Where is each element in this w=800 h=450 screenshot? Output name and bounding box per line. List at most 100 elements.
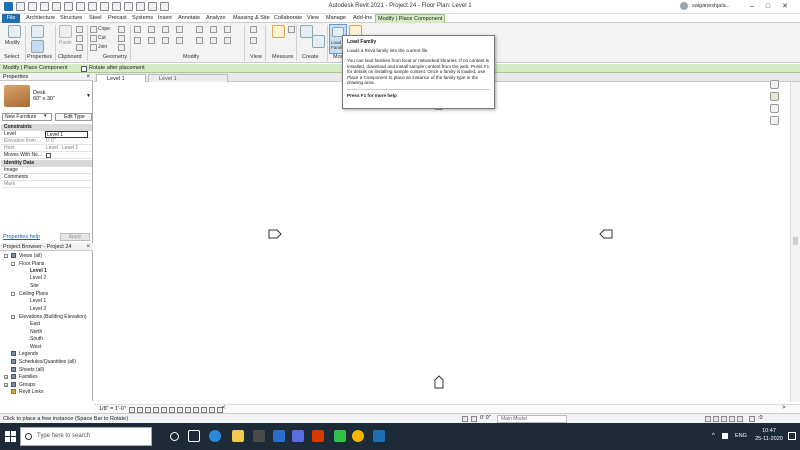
tab-architecture[interactable]: Architecture xyxy=(24,14,57,23)
paste-icon[interactable] xyxy=(59,25,72,38)
create-group-label[interactable]: Create xyxy=(302,54,319,60)
desk-thumbnail[interactable] xyxy=(4,85,30,107)
west-elevation-marker-icon[interactable] xyxy=(599,229,613,239)
expand-icon[interactable]: + xyxy=(4,375,8,380)
match-properties-icon[interactable] xyxy=(76,44,83,51)
tree-legends[interactable]: Legends xyxy=(19,351,38,357)
tab-precast[interactable]: Precast xyxy=(106,14,129,23)
tree-south[interactable]: South xyxy=(30,336,43,342)
moves-checkbox[interactable] xyxy=(46,153,51,158)
tree-floor-plans[interactable]: Floor Plans xyxy=(19,261,44,267)
tree-elevations[interactable]: Elevations (Building Elevation) xyxy=(19,314,87,320)
trim-icon[interactable] xyxy=(176,37,183,44)
type-size[interactable]: 60" x 30" xyxy=(33,96,55,102)
revit-taskbar-icon[interactable] xyxy=(373,430,385,442)
tab-insert[interactable]: Insert xyxy=(156,14,174,23)
offset-icon[interactable] xyxy=(148,26,155,33)
expand-icon[interactable]: + xyxy=(4,383,8,388)
array-icon[interactable] xyxy=(224,26,231,33)
apply-button[interactable]: Apply xyxy=(60,233,90,241)
tray-chevron-icon[interactable]: ^ xyxy=(712,433,715,439)
section-icon[interactable] xyxy=(136,2,145,11)
view-scale[interactable]: 1/8" = 1'-0" xyxy=(99,406,126,413)
dimension-icon[interactable] xyxy=(288,26,295,33)
modify-group-label[interactable]: Modify xyxy=(183,54,199,60)
save-icon[interactable] xyxy=(28,2,37,11)
tree-north[interactable]: North xyxy=(30,329,42,335)
switch-windows-icon[interactable] xyxy=(160,2,169,11)
design-options-icon[interactable] xyxy=(471,416,477,422)
collapse-icon[interactable]: - xyxy=(11,262,15,267)
mirror-axis-icon[interactable] xyxy=(162,26,169,33)
chevron-down-icon[interactable]: ▾ xyxy=(44,113,47,119)
cope-label[interactable]: Cope xyxy=(98,26,110,32)
filter-icon[interactable] xyxy=(749,416,755,422)
constraints-section[interactable]: Constraints xyxy=(1,124,92,131)
properties-help-link[interactable]: Properties help xyxy=(3,234,40,240)
tree-schedules[interactable]: Schedules/Quantities (all) xyxy=(19,359,76,365)
zoom-extents-icon[interactable] xyxy=(770,116,779,125)
collapse-icon[interactable]: - xyxy=(11,315,15,320)
vertical-scroll-thumb[interactable] xyxy=(793,237,798,245)
tree-floor-level-2[interactable]: Level 2 xyxy=(30,275,46,281)
modify-cursor-icon[interactable] xyxy=(8,25,21,38)
select-links-icon[interactable] xyxy=(705,416,711,422)
tree-ceiling-plans[interactable]: Ceiling Plans xyxy=(19,291,48,297)
text-icon[interactable] xyxy=(112,2,121,11)
create-group-icon[interactable] xyxy=(312,35,325,48)
visual-style-icon[interactable] xyxy=(137,406,143,413)
tree-west[interactable]: West xyxy=(30,344,41,350)
move-icon[interactable] xyxy=(134,37,141,44)
geometry-group-label[interactable]: Geometry xyxy=(103,54,127,60)
scroll-left-icon[interactable]: < xyxy=(222,405,226,411)
media-app-icon[interactable] xyxy=(334,430,346,442)
cut-label[interactable]: Cut xyxy=(98,35,106,41)
temporary-hide-icon[interactable] xyxy=(185,406,191,413)
rotate-after-placement-checkbox[interactable] xyxy=(81,65,87,72)
select-underlay-icon[interactable] xyxy=(713,416,719,422)
minimize-button[interactable]: – xyxy=(746,2,758,12)
user-avatar-icon[interactable] xyxy=(680,2,688,10)
sync-icon[interactable] xyxy=(40,2,49,11)
steering-wheel-icon[interactable] xyxy=(770,92,779,101)
tab-manage[interactable]: Manage xyxy=(324,14,348,23)
language-indicator[interactable]: ENG xyxy=(735,433,747,439)
close-icon[interactable]: × xyxy=(86,73,90,81)
tree-groups[interactable]: Groups xyxy=(19,382,35,388)
tab-annotate[interactable]: Annotate xyxy=(176,14,202,23)
measure-group-label[interactable]: Measure xyxy=(272,54,293,60)
zoom-icon[interactable] xyxy=(770,104,779,113)
tree-revit-links[interactable]: Revit Links xyxy=(19,389,43,395)
properties-group-label[interactable]: Properties xyxy=(27,54,52,60)
align-icon[interactable] xyxy=(134,26,141,33)
photos-icon[interactable] xyxy=(292,430,304,442)
chrome-icon[interactable] xyxy=(352,430,364,442)
notifications-icon[interactable] xyxy=(788,432,796,440)
cut-geometry-icon[interactable] xyxy=(90,35,97,42)
join-icon[interactable] xyxy=(90,44,97,51)
tree-east[interactable]: East xyxy=(30,321,40,327)
view-tab-level-1[interactable]: Level 1 xyxy=(96,74,146,82)
identity-section[interactable]: Identity Data xyxy=(1,160,92,167)
drawing-canvas[interactable] xyxy=(94,82,790,402)
taskbar-search[interactable]: Type here to search xyxy=(20,427,152,446)
clock-time[interactable]: 10:47 xyxy=(754,428,784,434)
override-graphics-icon[interactable] xyxy=(250,37,257,44)
office-icon[interactable] xyxy=(312,430,324,442)
east-elevation-marker-icon[interactable] xyxy=(268,229,282,239)
network-icon[interactable] xyxy=(722,433,728,439)
collapse-icon[interactable]: - xyxy=(4,254,8,259)
mail-icon[interactable] xyxy=(273,430,285,442)
measure-icon[interactable] xyxy=(88,2,97,11)
scroll-right-icon[interactable]: > xyxy=(782,405,786,411)
chevron-down-icon[interactable]: ▼ xyxy=(86,93,91,99)
tab-file[interactable]: File xyxy=(2,14,20,23)
edit-type-button[interactable]: Edit Type xyxy=(55,113,92,121)
wall-joins-icon[interactable] xyxy=(118,26,125,33)
tab-analyze[interactable]: Analyze xyxy=(204,14,228,23)
sun-path-icon[interactable] xyxy=(145,406,151,413)
tree-site[interactable]: Site xyxy=(30,283,39,289)
copy-to-clipboard-icon[interactable] xyxy=(76,26,83,33)
unpin-icon[interactable] xyxy=(210,37,217,44)
shadows-icon[interactable] xyxy=(153,406,159,413)
